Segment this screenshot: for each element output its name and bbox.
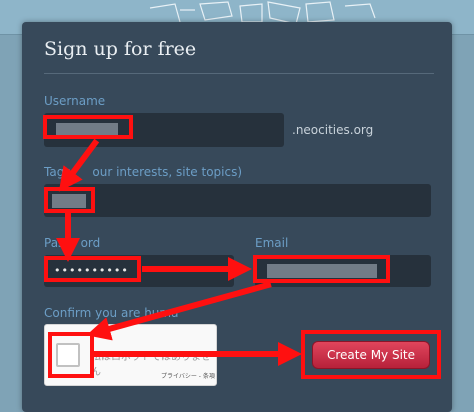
captcha-footer: プライバシー - 条項 [161,373,215,380]
password-label-rest: ord [80,236,101,250]
username-label: Username [44,94,106,108]
password-label-start: Pass [44,236,71,250]
highlight-tags [44,187,95,213]
username-suffix: .neocities.org [292,123,374,137]
highlight-captcha [48,332,94,378]
divider [44,73,434,74]
highlight-password [44,256,141,282]
email-label: Email [255,236,289,250]
tags-label: Tags our interests, site topics) [44,165,242,179]
confirm-human-label: Confirm you are huma [44,306,179,320]
password-label: Pass ord [44,236,100,250]
tags-input[interactable] [44,184,431,217]
highlight-create-button [301,330,441,379]
tags-label-rest: our interests, site topics) [92,165,243,179]
tags-label-start: Tags [44,165,71,179]
highlight-username [43,115,133,139]
highlight-email [253,255,390,283]
form-title: Sign up for free [44,38,197,60]
